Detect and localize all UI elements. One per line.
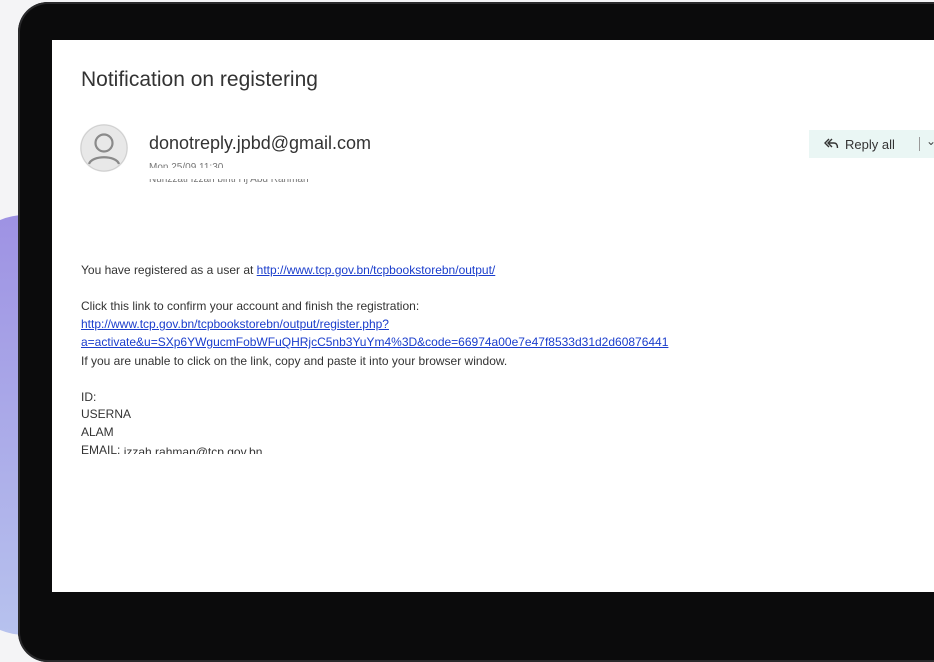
reply-all-icon: [824, 138, 839, 149]
alamat-label: ALAM: [81, 425, 114, 439]
email-value: izzah.rahman@tcp.gov.bn: [123, 446, 263, 454]
laptop-bezel: Notification on registering donotreply.j…: [18, 2, 934, 662]
unable-text: If you are unable to click on the link, …: [81, 354, 508, 368]
divider: [919, 137, 920, 151]
email-reading-pane: Notification on registering donotreply.j…: [52, 40, 934, 592]
id-label: ID:: [81, 390, 97, 404]
email-line: EMAIL: izzah.rahman@tcp.gov.bn: [81, 443, 262, 457]
person-icon: [80, 124, 128, 172]
email-date: Mon 25/09 11:30: [149, 162, 224, 168]
confirm-link-part2[interactable]: a=activate&u=SXp6YWgucmFobWFuQHRjcC5nb3Y…: [81, 335, 668, 349]
recipient-line: Nurizzati Izzah binti Hj Abd Rahman: [149, 179, 309, 185]
reply-all-label: Reply all: [845, 136, 895, 152]
reply-all-button[interactable]: Reply all: [823, 130, 895, 158]
chevron-down-icon[interactable]: ⌄: [926, 134, 934, 148]
confirm-link-part1[interactable]: http://www.tcp.gov.bn/tcpbookstorebn/out…: [81, 317, 389, 331]
registered-text: You have registered as a user at: [81, 263, 257, 277]
site-link[interactable]: http://www.tcp.gov.bn/tcpbookstorebn/out…: [257, 263, 496, 277]
email-label: EMAIL:: [81, 443, 121, 457]
email-subject: Notification on registering: [81, 68, 318, 91]
sender-address[interactable]: donotreply.jpbd@gmail.com: [149, 133, 371, 154]
sender-avatar[interactable]: [80, 124, 128, 172]
reply-toolbar: Reply all ⌄: [809, 130, 934, 158]
registered-line: You have registered as a user at http://…: [81, 263, 495, 277]
username-label: USERNA: [81, 407, 132, 421]
confirm-text: Click this link to confirm your account …: [81, 299, 420, 313]
